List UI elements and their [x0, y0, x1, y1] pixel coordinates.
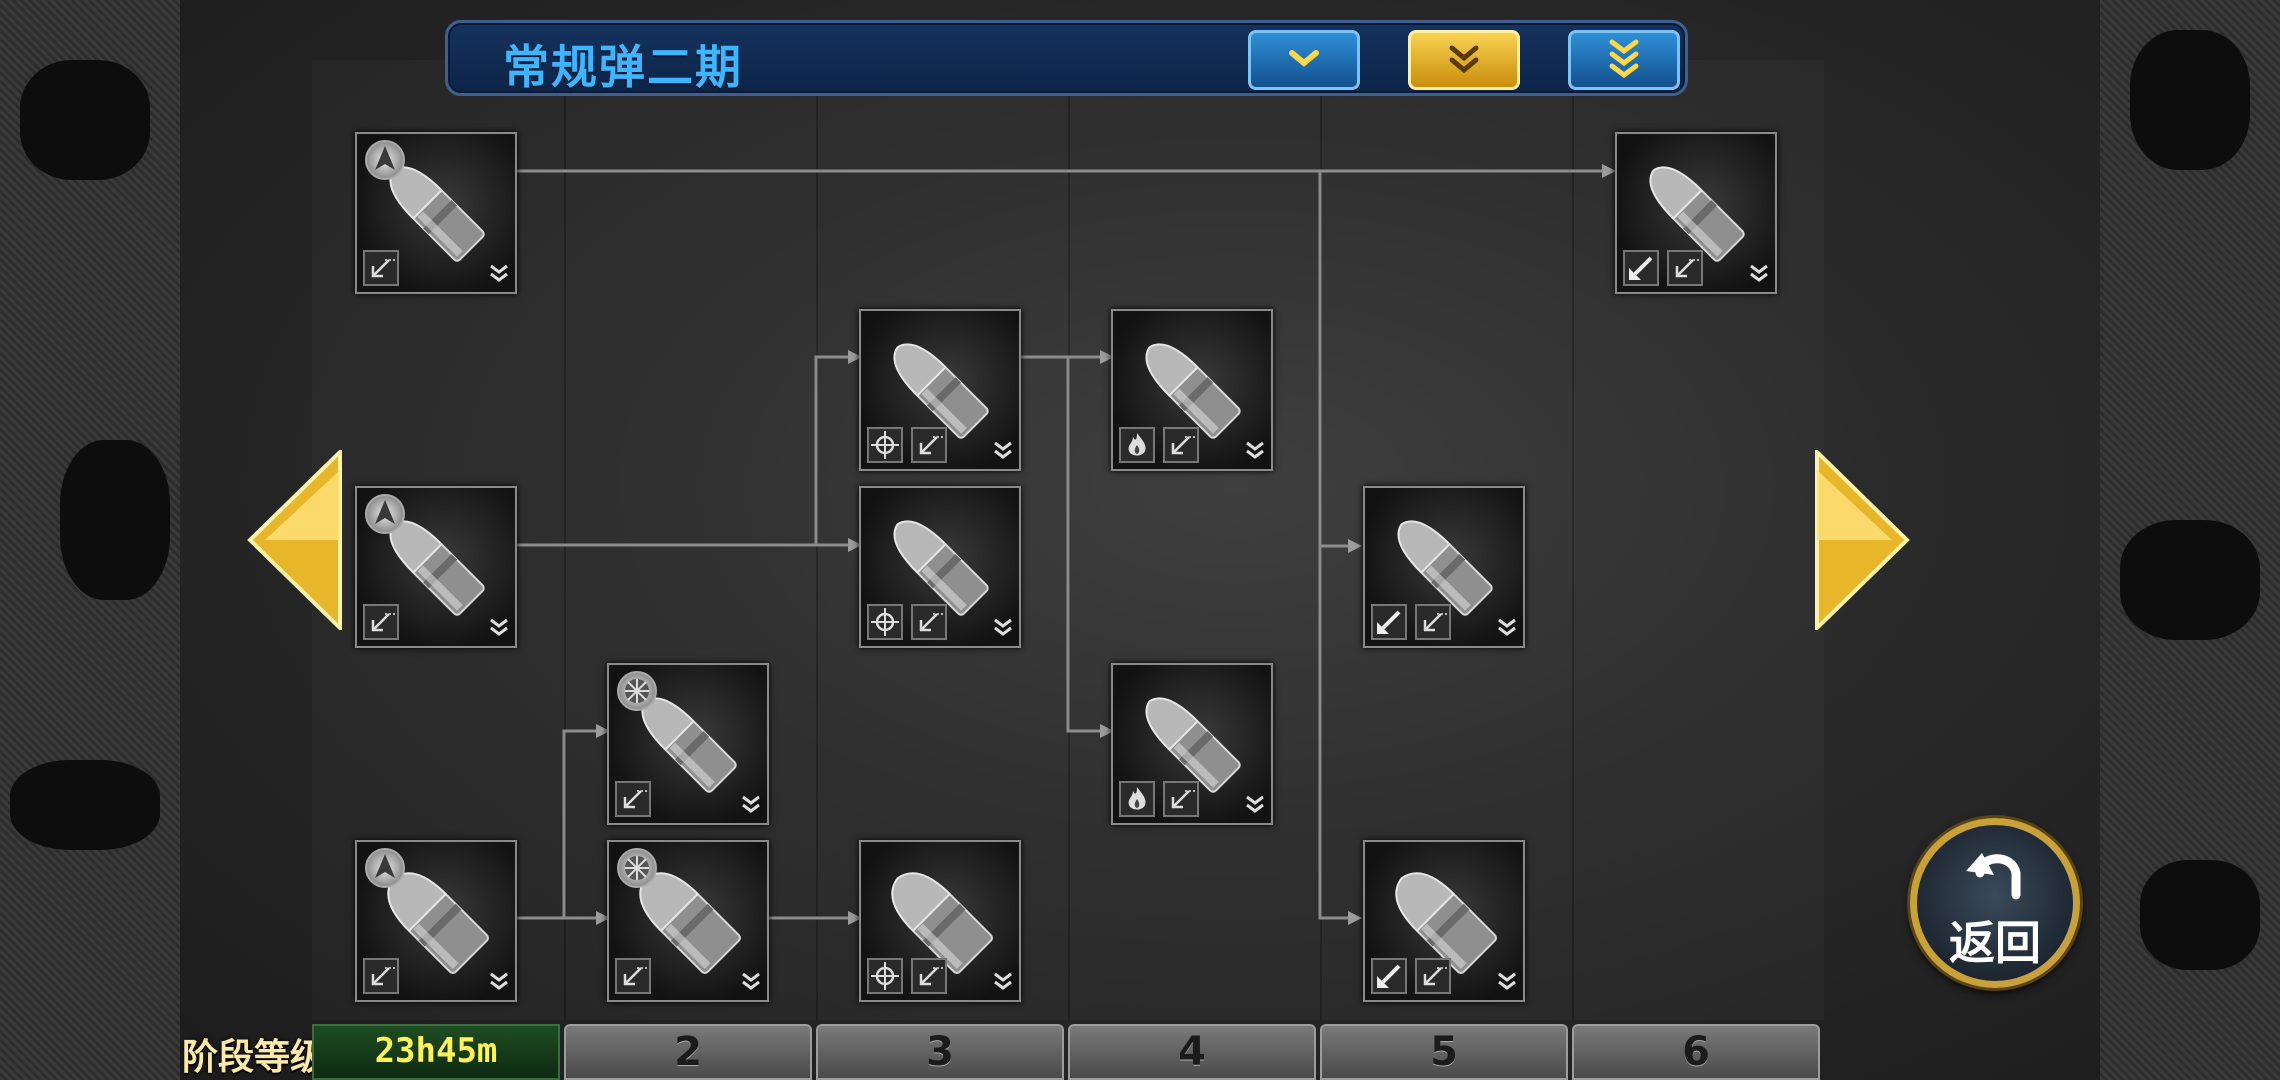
rank-chevron-icon: [1245, 793, 1265, 817]
tab-6[interactable]: 6: [1572, 1024, 1820, 1080]
fire-icon: [1119, 427, 1155, 463]
ammo-node-n8[interactable]: [859, 840, 1021, 1002]
ammo-node-n10[interactable]: [1111, 663, 1273, 825]
undo-arrow-icon: [1966, 853, 2021, 900]
pierce-icon: [1371, 604, 1407, 640]
return-button[interactable]: 返回: [1910, 818, 2080, 988]
rank-chevron-icon: [489, 970, 509, 994]
crosshair-icon: [867, 427, 903, 463]
rank-chevron-icon: [741, 793, 761, 817]
rank-chevron-icon: [1497, 970, 1517, 994]
ammo-node-n11[interactable]: [1363, 486, 1525, 648]
pierce-icon: [1371, 958, 1407, 994]
arrow-icon: [1415, 604, 1451, 640]
return-label: 返回: [1949, 916, 2041, 970]
arrow-icon: [1163, 781, 1199, 817]
crosshair-icon: [867, 604, 903, 640]
he-badge-icon: [617, 848, 657, 888]
rank-chevron-icon: [489, 262, 509, 286]
arrow-icon: [911, 958, 947, 994]
rank-chevron-icon: [1497, 616, 1517, 640]
ammo-node-n5[interactable]: [607, 840, 769, 1002]
arrow-icon: [615, 781, 651, 817]
arrow-icon: [615, 958, 651, 994]
pierce-icon: [1623, 250, 1659, 286]
ammo-node-n12[interactable]: [1363, 840, 1525, 1002]
he-badge-icon: [617, 671, 657, 711]
right-arrow-icon[interactable]: [1812, 450, 1912, 630]
ammo-node-n3[interactable]: [355, 840, 517, 1002]
tab-4[interactable]: 4: [1068, 1024, 1316, 1080]
arrow-icon: [1163, 427, 1199, 463]
fire-icon: [1119, 781, 1155, 817]
crosshair-icon: [867, 958, 903, 994]
rank-chevron-icon: [993, 439, 1013, 463]
rank-chevron-icon: [1245, 439, 1265, 463]
arrow-icon: [911, 604, 947, 640]
tab-2[interactable]: 2: [564, 1024, 812, 1080]
ammo-node-n1[interactable]: [355, 132, 517, 294]
tab-3[interactable]: 3: [816, 1024, 1064, 1080]
ammo-node-n7[interactable]: [859, 486, 1021, 648]
arrow-icon: [363, 958, 399, 994]
rank-chevron-icon: [993, 616, 1013, 640]
ammo-node-n4[interactable]: [607, 663, 769, 825]
ap-badge-icon: [365, 494, 405, 534]
rank-chevron-icon: [741, 970, 761, 994]
arrow-icon: [1415, 958, 1451, 994]
ammo-node-n6[interactable]: [859, 309, 1021, 471]
rank-chevron-icon: [489, 616, 509, 640]
rank-chevron-icon: [1749, 262, 1769, 286]
ammo-node-n9[interactable]: [1111, 309, 1273, 471]
ammo-node-n2[interactable]: [355, 486, 517, 648]
arrow-icon: [363, 604, 399, 640]
timer: 23h45m: [312, 1024, 560, 1080]
ammo-node-n13[interactable]: [1615, 132, 1777, 294]
arrow-icon: [363, 250, 399, 286]
ap-badge-icon: [365, 848, 405, 888]
arrow-icon: [911, 427, 947, 463]
ap-badge-icon: [365, 140, 405, 180]
stage-level-label: 阶段等级: [182, 1037, 327, 1078]
arrow-icon: [1667, 250, 1703, 286]
rank-chevron-icon: [993, 970, 1013, 994]
left-arrow-icon[interactable]: [245, 450, 345, 630]
tab-5[interactable]: 5: [1320, 1024, 1568, 1080]
